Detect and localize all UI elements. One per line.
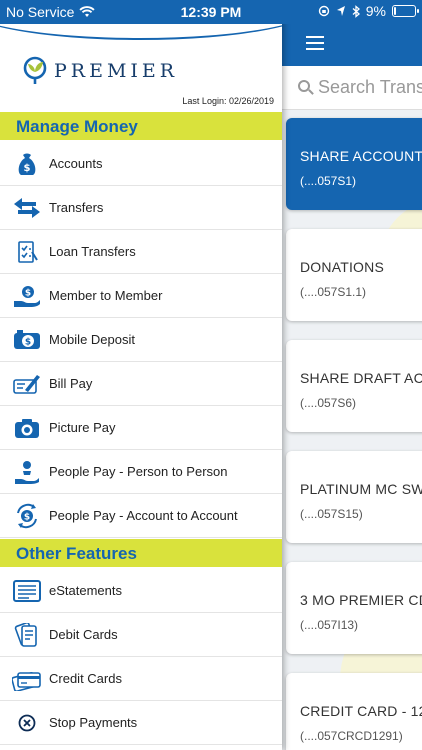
menu-item-transfers[interactable]: Transfers [0,186,282,230]
account-card[interactable]: 3 MO PREMIER CD (....057I13) [286,562,422,654]
premier-logo: PREMIER [22,56,178,86]
search-icon [298,80,310,92]
transaction-search-bar[interactable]: Search Transactions [280,66,422,110]
menu-item-label: Stop Payments [49,715,138,730]
hamburger-menu-icon[interactable] [306,36,324,50]
svg-text:$: $ [24,512,30,522]
menu-item-picture-pay[interactable]: Picture Pay [0,406,282,450]
svg-text:$: $ [24,163,31,174]
menu-item-label: Mobile Deposit [49,332,135,347]
menu-item-label: Accounts [49,156,103,171]
last-login-label: Last Login: 02/26/2019 [182,96,274,106]
status-bar: No Service 12:39 PM 9% [0,0,422,24]
premier-logo-icon [23,56,47,84]
hand-money-icon: $ [12,283,42,309]
menu-item-label: Transfers [49,200,104,215]
section-header-manage-money: Manage Money [0,112,282,140]
battery-fill [394,7,396,15]
account-card-title: SHARE DRAFT ACCOUNT [300,370,422,386]
account-card-title: PLATINUM MC SWEEP [300,481,422,497]
menu-item-label: People Pay - Person to Person [49,464,228,479]
menu-item-debit-cards[interactable]: Debit Cards [0,613,282,657]
navigation-drawer: PREMIER Last Login: 02/26/2019 Manage Mo… [0,0,282,750]
menu-item-label: People Pay - Account to Account [49,508,238,523]
account-card-title: 3 MO PREMIER CD [300,592,422,608]
account-card-number: (....057CRCD1291) [300,729,403,743]
menu-item-label: Credit Cards [49,671,122,686]
menu-item-people-pay-account-to-account[interactable]: $ People Pay - Account to Account [0,494,282,538]
account-card-number: (....057I13) [300,618,359,632]
menu-item-people-pay-person-to-person[interactable]: People Pay - Person to Person [0,450,282,494]
section-header-other-features: Other Features [0,539,282,567]
check-pen-icon [12,371,42,397]
menu-item-bill-pay[interactable]: Bill Pay [0,362,282,406]
menu-item-label: Loan Transfers [49,244,136,259]
menu-item-accounts[interactable]: $ Accounts [0,142,282,186]
menu-item-label: Member to Member [49,288,163,303]
app-screen: No Service 12:39 PM 9% Search Trans SHAR… [0,0,422,750]
bluetooth-icon [352,4,360,18]
orientation-lock-icon [318,5,329,17]
battery-icon [392,5,419,17]
menu-item-stop-payments[interactable]: Stop Payments [0,701,282,745]
account-card-number: (....057S1.1) [300,285,367,299]
credit-cards-icon [12,666,42,692]
account-card[interactable]: SHARE DRAFT ACCOUNT (....057S6) [286,340,422,432]
battery-percent: 9% [365,3,386,19]
account-cycle-icon: $ [12,503,42,529]
account-card[interactable]: DONATIONS (....057S1.1) [286,229,422,321]
svg-text:$: $ [25,288,31,298]
menu-item-member-to-member[interactable]: $ Member to Member [0,274,282,318]
stop-icon [12,710,42,736]
svg-text:$: $ [25,337,31,347]
debit-cards-icon [12,622,42,648]
money-bag-icon: $ [12,151,42,177]
camera-cash-icon: $ [12,327,42,353]
person-to-person-icon [12,459,42,485]
account-card-number: (....057S15) [300,507,363,521]
menu-item-credit-cards[interactable]: Credit Cards [0,657,282,701]
account-card[interactable]: SHARE ACCOUNT (....057S1) [286,118,422,210]
menu-item-label: Bill Pay [49,376,93,391]
camera-icon [12,415,42,441]
menu-item-label: Debit Cards [49,627,118,642]
account-card-number: (....057S6) [300,396,357,410]
loan-checklist-icon [12,239,42,265]
account-card[interactable]: PLATINUM MC SWEEP (....057S15) [286,451,422,543]
brand-name: PREMIER [54,60,179,82]
menu-item-mobile-deposit[interactable]: $ Mobile Deposit [0,318,282,362]
accounts-panel: Search Transactions SHARE ACCOUNT (....05… [280,0,422,750]
account-card-title: CREDIT CARD - 1291 [300,703,422,719]
menu-item-loan-transfers[interactable]: Loan Transfers [0,230,282,274]
statement-icon [12,578,42,604]
location-icon [336,6,345,16]
menu-item-label: Picture Pay [49,420,116,435]
account-card[interactable]: CREDIT CARD - 1291 (....057CRCD1291) [286,673,422,750]
account-card-title: DONATIONS [300,259,384,275]
menu-item-estatements[interactable]: eStatements [0,569,282,613]
account-card-title: SHARE ACCOUNT [300,148,422,164]
account-card-number: (....057S1) [300,174,357,188]
transfer-arrows-icon [12,195,42,221]
menu-item-label: eStatements [49,583,122,598]
search-placeholder: Search Transactions [318,77,422,97]
